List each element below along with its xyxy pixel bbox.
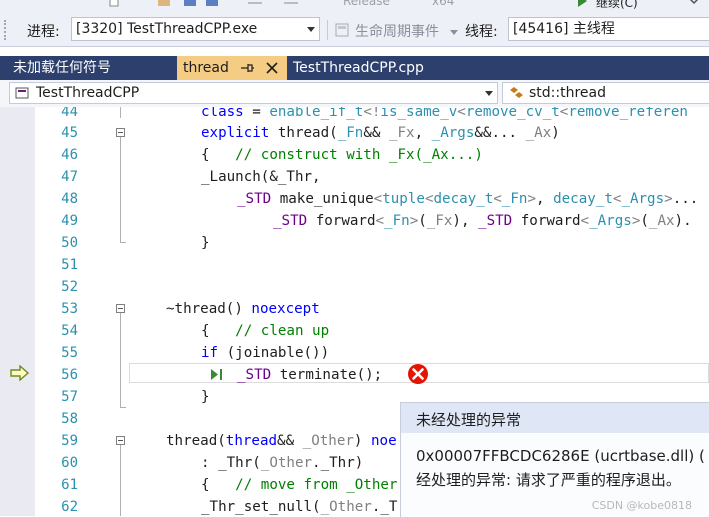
exception-message-cont: 经处理的异常: 请求了严重的程序退出。 — [416, 471, 681, 489]
run-to-click-icon[interactable] — [210, 368, 226, 381]
code-line-56: _STD terminate(); — [237, 367, 383, 383]
chevron-down-icon — [485, 91, 493, 96]
scope-value: std::thread — [529, 85, 606, 101]
code-line-57: } — [201, 389, 210, 405]
configuration-dropdown[interactable]: Release — [343, 0, 390, 8]
line-number: 61 — [61, 477, 78, 493]
thread-value: [45416] 主线程 — [513, 21, 615, 37]
indicator-margin[interactable] — [0, 107, 35, 516]
line-number: 62 — [61, 499, 78, 515]
thread-label: 线程: — [465, 24, 498, 40]
line-number: 57 — [61, 389, 78, 405]
close-icon[interactable] — [265, 61, 279, 75]
tab-label: TestThreadCPP.cpp — [293, 60, 424, 76]
outline-guide — [120, 137, 121, 242]
thread-dropdown[interactable]: [45416] 主线程 — [508, 17, 709, 41]
line-number: 51 — [61, 257, 78, 273]
code-line-48: _STD make_unique<tuple<decay_t<_Fn>, dec… — [237, 191, 699, 207]
process-label: 进程: — [27, 24, 60, 40]
line-number: 49 — [61, 213, 78, 229]
code-line-50: } — [201, 235, 210, 251]
collapse-toggle[interactable] — [116, 304, 125, 313]
code-line-45: explicit thread(_Fn&& _Fx, _Args&&... _A… — [201, 125, 560, 141]
line-number: 52 — [61, 279, 78, 295]
tab-no-symbols-loaded[interactable]: 未加载任何符号 — [8, 56, 178, 80]
lifecycle-events-button[interactable]: 生命周期事件 — [355, 21, 439, 41]
line-number: 54 — [61, 323, 78, 339]
toolbar-grip[interactable] — [4, 20, 8, 40]
outline-guide — [120, 445, 121, 516]
code-line-61: { // move from _Other — [201, 477, 398, 493]
code-line-55: if (joinable()) — [201, 345, 330, 361]
exception-helper-popup[interactable]: 未经处理的异常 0x00007FFBCDC6286E (ucrtbase.dll… — [400, 402, 709, 517]
tab-thread[interactable]: thread — [177, 56, 287, 80]
code-line-60: : _Thr(_Other._Thr) — [201, 455, 364, 471]
process-value: [3320] TestThreadCPP.exe — [76, 21, 258, 37]
namespace-icon — [510, 87, 523, 98]
continue-button[interactable]: 继续(C) — [596, 0, 638, 11]
line-number: 53 — [61, 301, 78, 317]
outline-guide-end — [120, 242, 126, 243]
exception-error-icon — [408, 364, 428, 384]
redo-icon[interactable] — [282, 0, 300, 7]
tab-testthreadcpp-cpp[interactable]: TestThreadCPP.cpp — [287, 56, 447, 80]
line-number: 55 — [61, 345, 78, 361]
line-number: 60 — [61, 455, 78, 471]
current-statement-arrow-icon — [10, 365, 30, 381]
chevron-down-icon[interactable] — [686, 0, 702, 7]
document-tab-strip: 未加载任何符号 thread TestThreadCPP.cpp — [0, 56, 709, 80]
platform-dropdown[interactable]: x64 — [432, 0, 454, 8]
line-number: 48 — [61, 191, 78, 207]
code-line-59: thread(thread&& _Other) noe — [166, 433, 397, 449]
line-number: 59 — [61, 433, 78, 449]
line-number: 46 — [61, 147, 78, 163]
tab-label: thread — [183, 60, 229, 76]
collapse-toggle[interactable] — [116, 436, 125, 445]
code-line-54: { // clean up — [201, 323, 330, 339]
exception-message: 0x00007FFBCDC6286E (ucrtbase.dll) ( — [416, 447, 705, 465]
code-line-62: _Thr_set_null(_Other._T — [201, 499, 398, 515]
watermark: CSDN @kobe0818 — [591, 499, 692, 512]
main-toolbar: Release x64 继续(C) — [0, 0, 709, 15]
open-folder-icon[interactable] — [158, 0, 170, 7]
line-number: 56 — [61, 367, 78, 383]
code-line-49: _STD forward<_Fn>(_Fx), _STD forward<_Ar… — [273, 213, 692, 229]
tab-label: 未加载任何符号 — [13, 60, 111, 76]
scope-dropdown[interactable]: std::thread — [502, 82, 709, 104]
code-line-53: ~thread() noexcept — [166, 301, 320, 317]
debug-location-toolbar: 进程: [3320] TestThreadCPP.exe 生命周期事件 线程: … — [0, 14, 709, 47]
separator — [327, 20, 328, 40]
code-line-44: class = enable_if_t<!is_same_v<remove_cv… — [201, 107, 688, 120]
collapse-toggle[interactable] — [116, 128, 125, 137]
code-line-47: _Launch(&_Thr, — [201, 169, 321, 185]
line-number: 47 — [61, 169, 78, 185]
chevron-down-icon[interactable] — [450, 30, 458, 35]
line-number: 44 — [61, 107, 78, 120]
outline-guide — [120, 107, 121, 118]
process-dropdown[interactable]: [3320] TestThreadCPP.exe — [71, 17, 320, 41]
exception-title: 未经处理的异常 — [416, 411, 522, 429]
exception-header: 未经处理的异常 — [401, 403, 709, 433]
continue-play-icon[interactable] — [576, 0, 588, 7]
pin-icon[interactable] — [239, 60, 255, 76]
save-icon[interactable] — [184, 0, 196, 7]
line-number: 50 — [61, 235, 78, 251]
undo-icon[interactable] — [246, 0, 264, 7]
project-value: TestThreadCPP — [36, 85, 140, 101]
project-icon — [15, 87, 29, 99]
chevron-down-icon — [307, 27, 315, 32]
code-line-46: { // construct with _Fx(_Ax...) — [201, 147, 483, 163]
navigation-bar: TestThreadCPP std::thread — [0, 80, 709, 108]
project-dropdown[interactable]: TestThreadCPP — [9, 82, 498, 104]
line-number: 58 — [61, 411, 78, 427]
outline-guide — [120, 313, 121, 407]
save-all-icon[interactable] — [206, 0, 218, 7]
lifecycle-events-icon[interactable] — [335, 23, 349, 37]
new-file-icon[interactable] — [108, 0, 120, 7]
line-number: 45 — [61, 125, 78, 141]
outline-guide-end — [120, 407, 126, 408]
